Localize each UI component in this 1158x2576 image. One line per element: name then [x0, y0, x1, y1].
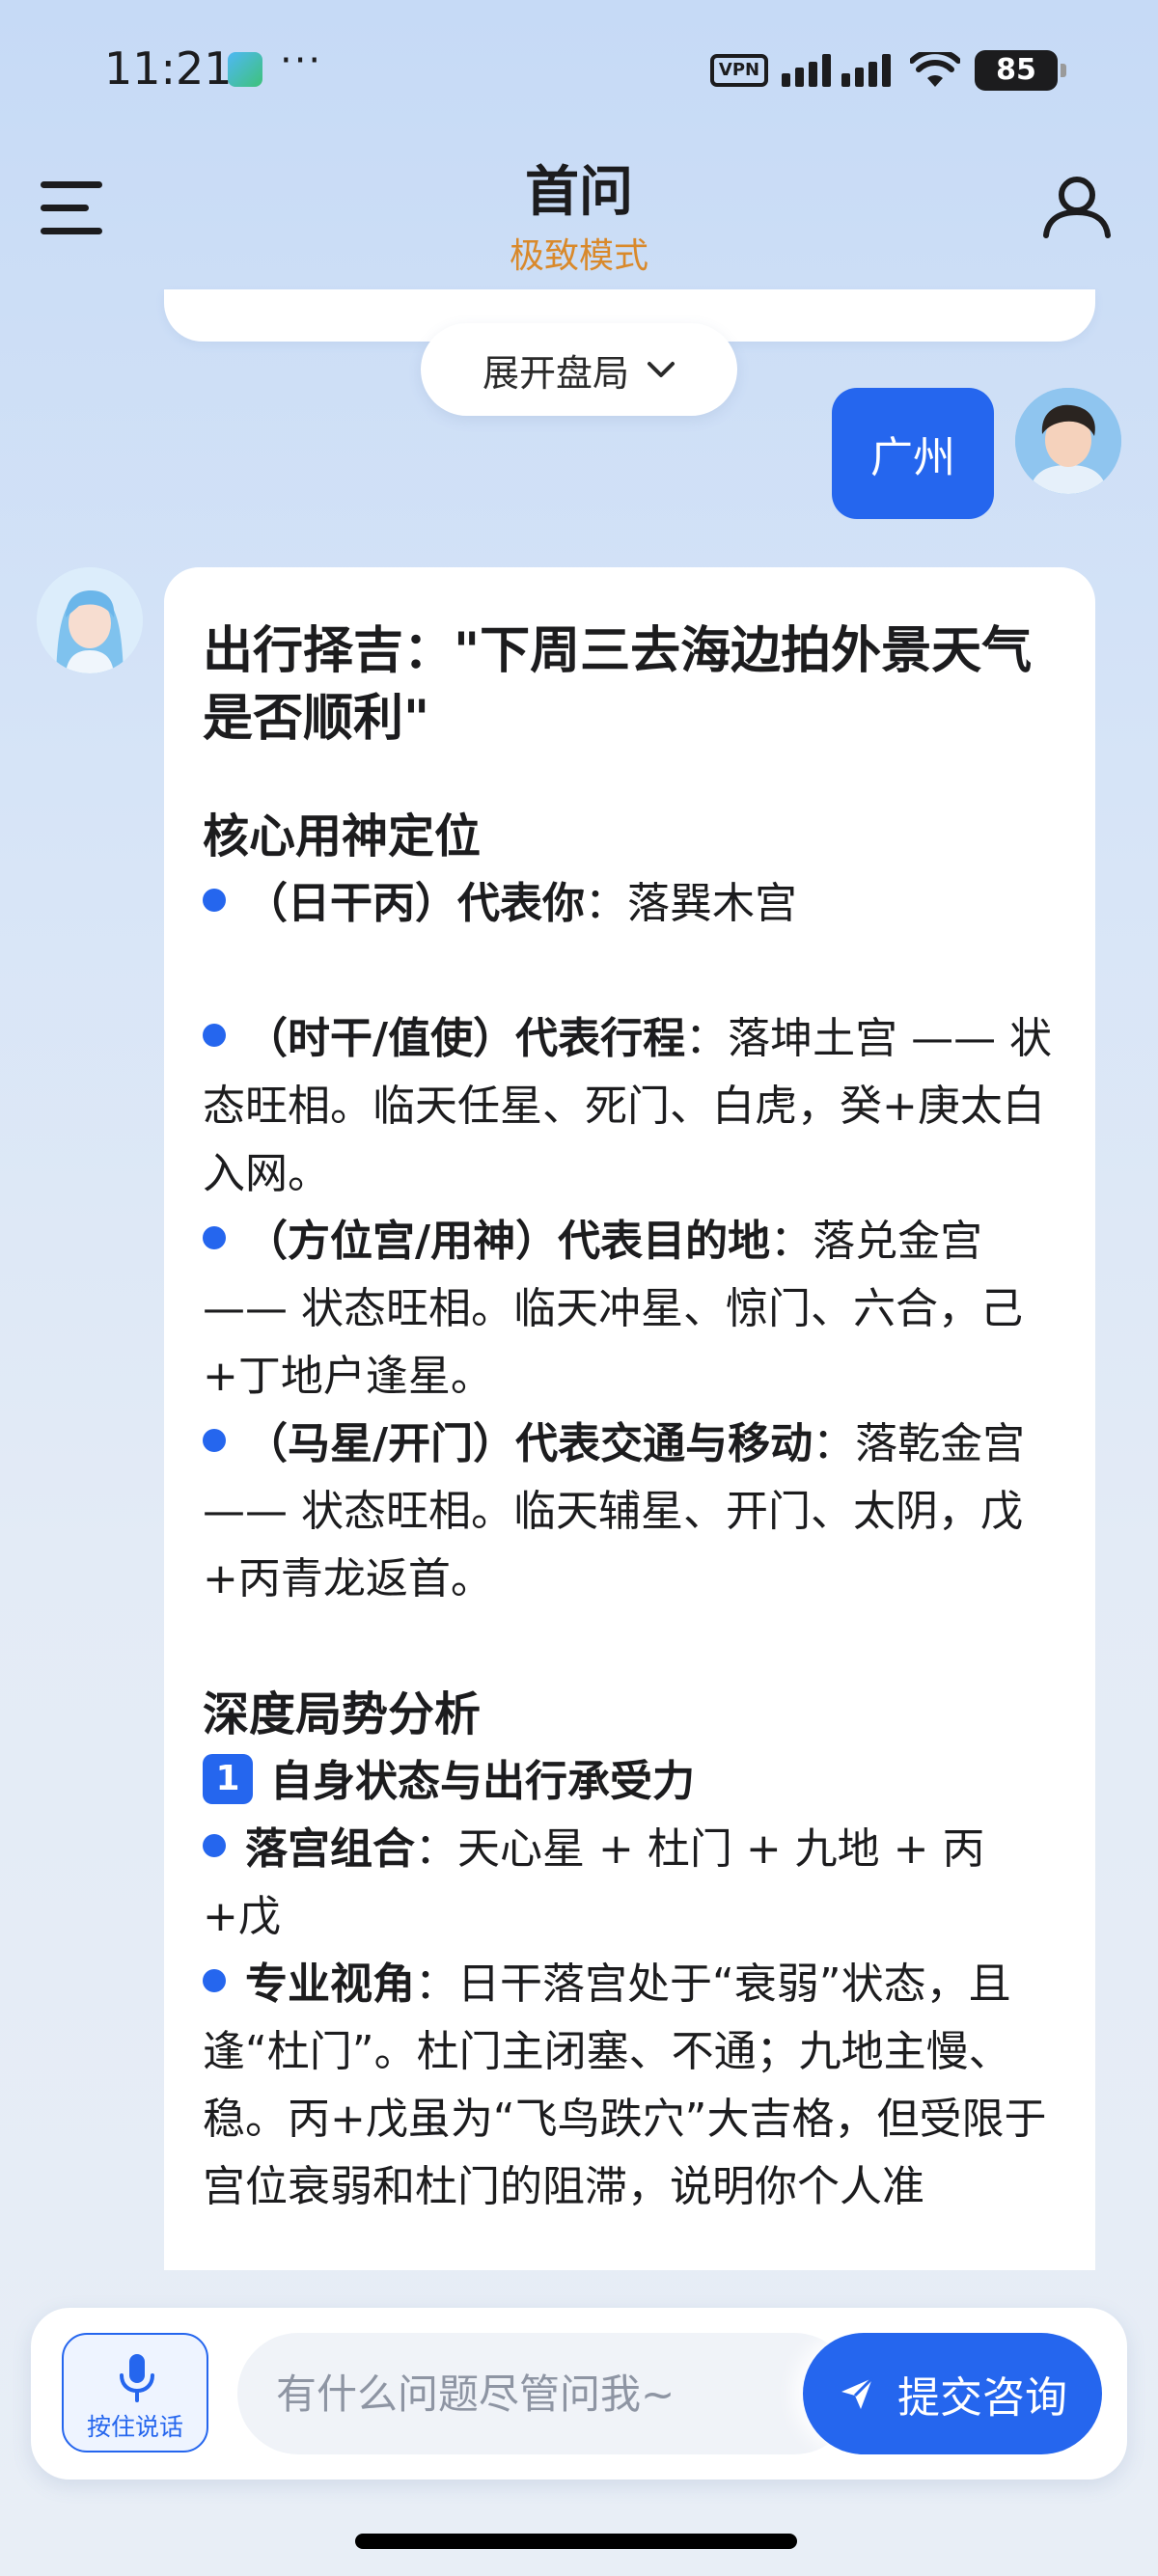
- bullet-dot-icon: [203, 1226, 226, 1249]
- bullet-dot-icon: [203, 1024, 226, 1047]
- status-bar: 11:21 ··· VPN 85: [0, 0, 1158, 135]
- message-title: 出行择吉："下周三去海边拍外景天气是否顺利": [203, 622, 1033, 748]
- bullet-item: （日干丙）代表你：落巽木宫: [203, 870, 1059, 938]
- expand-chart-label: 展开盘局: [482, 351, 629, 395]
- bullet-item: （时干/值使）代表行程：落坤土宫 —— 状态旺相。临天任星、死门、白虎，癸+庚太…: [203, 1014, 1053, 1198]
- assistant-avatar-image: [37, 567, 143, 673]
- numbered-subheading: 1 自身状态与出行承受力: [203, 1748, 1059, 1816]
- bullet-item: 专业视角：日干落宫处于“衰弱”状态，且逢“杜门”。杜门主闭塞、不通；九地主慢、稳…: [203, 1959, 1047, 2211]
- expand-chart-button[interactable]: 展开盘局: [421, 323, 737, 416]
- chevron-down-icon: [648, 362, 675, 377]
- signal-icon: [782, 54, 891, 87]
- user-avatar[interactable]: [1015, 388, 1121, 494]
- section-heading: 深度局势分析: [203, 1687, 482, 1741]
- bullet-dot-icon: [203, 1834, 226, 1857]
- assistant-message-card: 出行择吉："下周三去海边拍外景天气是否顺利" 核心用神定位 （日干丙）代表你：落…: [164, 567, 1095, 2270]
- submit-button[interactable]: 提交咨询: [803, 2333, 1102, 2454]
- user-profile-icon[interactable]: [1042, 176, 1112, 239]
- section-heading: 核心用神定位: [203, 809, 482, 863]
- bullet-item: （方位宫/用神）代表目的地：落兑金宫 —— 状态旺相。临天冲星、惊门、六合，己+…: [203, 1217, 1023, 1401]
- bullet-item: 落宫组合：天心星 + 杜门 + 九地 + 丙+戊: [203, 1824, 985, 1941]
- user-message-text: 广州: [870, 433, 955, 482]
- app-notification-icon: [228, 52, 262, 87]
- bullet-dot-icon: [203, 1969, 226, 1992]
- user-avatar-image: [1015, 388, 1121, 494]
- status-time: 11:21: [104, 42, 233, 95]
- home-indicator[interactable]: [355, 2534, 797, 2549]
- assistant-avatar: [37, 567, 143, 673]
- send-icon: [841, 2376, 874, 2409]
- submit-label: 提交咨询: [897, 2373, 1067, 2423]
- user-message-bubble: 广州: [832, 388, 994, 519]
- number-badge: 1: [203, 1754, 253, 1804]
- vpn-icon: VPN: [710, 54, 768, 87]
- mode-label: 极致模式: [509, 236, 648, 276]
- app-header: 首问 极致模式: [0, 135, 1158, 289]
- more-notifications-icon: ···: [280, 39, 323, 83]
- page-title: 首问: [525, 161, 633, 224]
- voice-input-button[interactable]: 按住说话: [62, 2333, 208, 2453]
- bullet-dot-icon: [203, 1429, 226, 1452]
- microphone-icon: [120, 2354, 154, 2402]
- wifi-icon: [910, 52, 960, 87]
- chat-input-bar: 按住说话 提交咨询: [31, 2308, 1127, 2480]
- bullet-dot-icon: [203, 889, 226, 912]
- battery-icon: 85: [975, 50, 1066, 91]
- voice-input-label: 按住说话: [86, 2413, 183, 2441]
- question-input[interactable]: [237, 2333, 855, 2454]
- bullet-item: （马星/开门）代表交通与移动：落乾金宫 —— 状态旺相。临天辅星、开门、太阴，戊…: [203, 1419, 1026, 1603]
